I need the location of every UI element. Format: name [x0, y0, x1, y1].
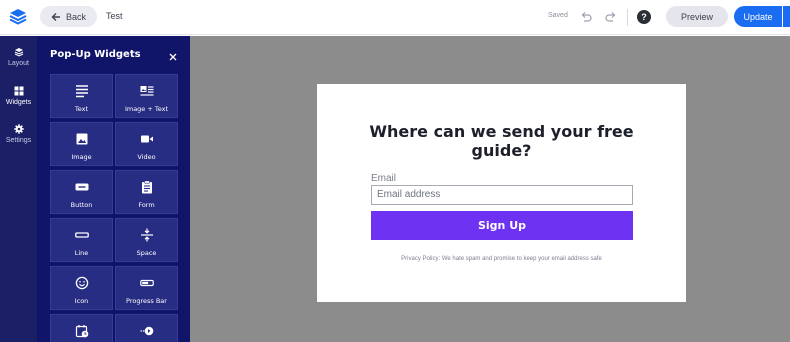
- widget-label: Line: [74, 249, 89, 257]
- app-window: Back Test Saved ? Preview Update Layout …: [0, 0, 790, 342]
- button-icon: [75, 183, 88, 191]
- widget-arrow[interactable]: [115, 314, 178, 342]
- calendar-clock-icon: [75, 325, 88, 338]
- smiley-icon: [75, 276, 88, 290]
- clipboard-icon: [141, 180, 152, 194]
- editor-canvas[interactable]: Where can we send your free guide? Email…: [190, 36, 790, 342]
- video-icon: [140, 135, 153, 143]
- sidebar-item-settings[interactable]: Settings: [0, 118, 37, 150]
- widget-image-text[interactable]: Image + Text: [115, 74, 178, 118]
- space-icon: [140, 228, 153, 242]
- popup-preview[interactable]: Where can we send your free guide? Email…: [317, 84, 686, 302]
- logo-icon[interactable]: [8, 7, 28, 27]
- top-bar: Back Test Saved ? Preview Update: [0, 0, 790, 35]
- widget-icon[interactable]: Icon: [50, 266, 113, 310]
- widget-video[interactable]: Video: [115, 122, 178, 166]
- layers-icon: [14, 48, 23, 57]
- email-field[interactable]: Email address: [371, 185, 633, 205]
- arrow-left-icon: [51, 12, 60, 21]
- sidebar-rail: Layout Widgets Settings: [0, 36, 37, 342]
- widget-form[interactable]: Form: [115, 170, 178, 214]
- back-button[interactable]: Back: [40, 6, 97, 27]
- arrow-circle-icon: [140, 326, 153, 336]
- image-icon: [76, 133, 87, 145]
- close-icon[interactable]: [168, 49, 178, 61]
- widget-label: Text: [74, 105, 89, 113]
- sidebar-item-label: Settings: [5, 137, 32, 144]
- back-button-label: Back: [65, 11, 86, 22]
- saved-status: Saved: [548, 12, 568, 19]
- widget-label: Icon: [74, 297, 89, 305]
- preview-button[interactable]: Preview: [666, 6, 728, 27]
- widget-label: Video: [137, 153, 156, 161]
- popup-headline[interactable]: Where can we send your free guide?: [337, 122, 666, 160]
- widget-button[interactable]: Button: [50, 170, 113, 214]
- widget-label: Button: [70, 201, 93, 209]
- widget-label: Image: [71, 153, 92, 161]
- text-lines-icon: [75, 85, 88, 98]
- sidebar-item-widgets[interactable]: Widgets: [0, 80, 37, 112]
- widget-label: Space: [136, 249, 157, 257]
- widget-text[interactable]: Text: [50, 74, 113, 118]
- privacy-policy-text: Privacy Policy: We hate spam and promise…: [401, 256, 602, 262]
- redo-icon[interactable]: [604, 10, 618, 24]
- page-title[interactable]: Test: [106, 11, 123, 21]
- panel-title: Pop-Up Widgets: [50, 49, 141, 60]
- sidebar-item-layout[interactable]: Layout: [0, 41, 37, 73]
- widget-image[interactable]: Image: [50, 122, 113, 166]
- toolbar-divider: [627, 9, 628, 26]
- help-icon[interactable]: ?: [637, 10, 651, 24]
- widget-countdown[interactable]: [50, 314, 113, 342]
- widget-label: Form: [138, 201, 155, 209]
- line-icon: [74, 232, 89, 238]
- sidebar-item-label: Widgets: [5, 99, 32, 106]
- gear-icon: [13, 124, 24, 134]
- update-button[interactable]: Update: [734, 6, 782, 27]
- email-label: Email: [371, 173, 397, 184]
- widget-progress-bar[interactable]: Progress Bar: [115, 266, 178, 310]
- image-text-icon: [140, 86, 153, 96]
- sidebar-item-label: Layout: [7, 60, 30, 67]
- grid-icon: [14, 86, 23, 96]
- widget-label: Progress Bar: [126, 297, 167, 305]
- sign-up-button[interactable]: Sign Up: [371, 211, 633, 240]
- widget-space[interactable]: Space: [115, 218, 178, 262]
- widgets-panel: Pop-Up Widgets Text Image + Text Image V…: [37, 36, 190, 342]
- widget-label: Image + Text: [124, 105, 169, 113]
- update-options-button[interactable]: [783, 6, 790, 27]
- progress-bar-icon: [139, 279, 154, 287]
- undo-icon[interactable]: [579, 10, 593, 24]
- widget-line[interactable]: Line: [50, 218, 113, 262]
